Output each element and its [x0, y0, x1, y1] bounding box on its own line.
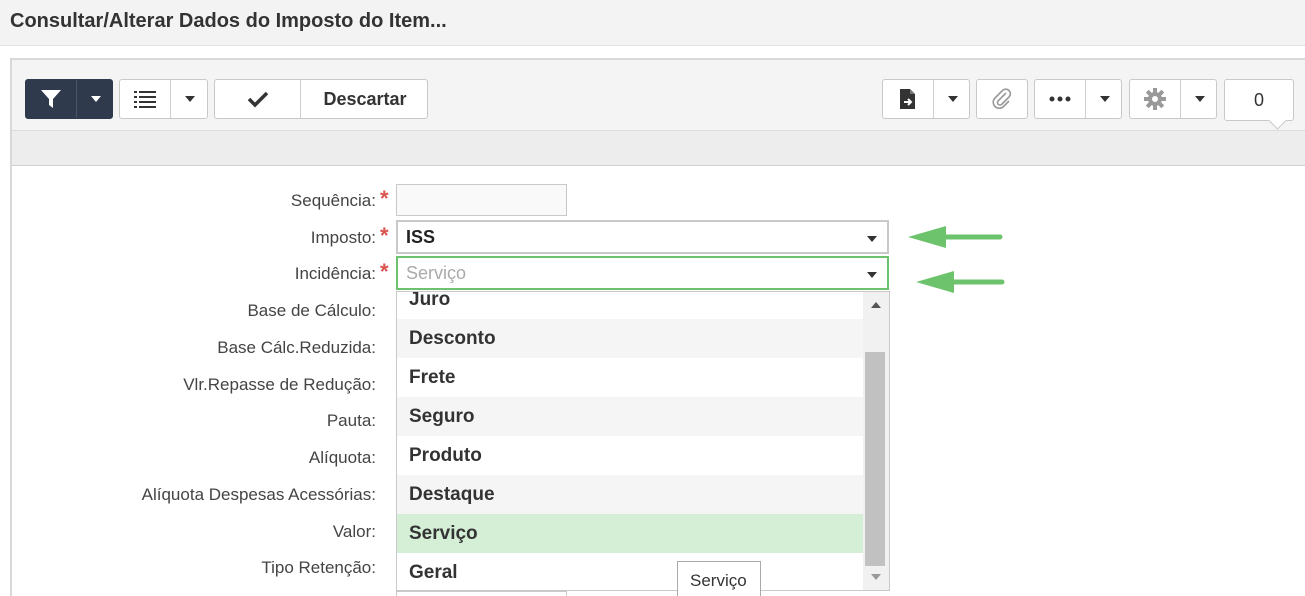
incidencia-select[interactable]: Serviço	[396, 256, 889, 290]
discard-button[interactable]: Descartar	[301, 80, 429, 118]
filter-dropdown-button[interactable]	[77, 80, 114, 118]
dropdown-option[interactable]: Seguro	[397, 397, 863, 436]
chevron-down-icon	[867, 272, 877, 278]
settings-dropdown-button[interactable]	[1181, 80, 1218, 118]
annotation-arrow-icon	[916, 271, 1005, 293]
settings-split-button	[1129, 79, 1217, 119]
vlr-repasse-label: Vlr.Repasse de Redução:	[183, 375, 376, 394]
tooltip: Serviço	[677, 561, 761, 596]
more-button[interactable]	[1035, 80, 1085, 118]
title-bar: Consultar/Alterar Dados do Imposto do It…	[0, 0, 1305, 46]
chevron-down-icon	[867, 236, 877, 242]
more-dropdown-button[interactable]	[1086, 80, 1123, 118]
imposto-select[interactable]: ISS	[396, 220, 889, 254]
filter-icon	[41, 90, 61, 108]
check-icon	[247, 91, 268, 108]
list-view-split-button	[119, 79, 208, 119]
imposto-label: Imposto:	[310, 228, 376, 247]
incidencia-label: Incidência:	[294, 264, 376, 283]
toolbar: Descartar 0	[12, 60, 1305, 130]
chevron-down-icon	[185, 96, 195, 102]
gear-icon	[1144, 88, 1166, 110]
dropdown-scrollbar[interactable]	[863, 292, 889, 590]
dropdown-option[interactable]: Produto	[397, 436, 863, 475]
save-discard-group: Descartar	[214, 79, 428, 119]
annotation-arrow-icon	[908, 226, 1003, 248]
imposto-value: ISS	[406, 226, 436, 247]
paperclip-icon	[992, 88, 1012, 109]
export-document-icon	[900, 89, 915, 109]
incidencia-placeholder: Serviço	[406, 262, 467, 283]
chevron-down-icon	[1194, 96, 1205, 102]
aliquota-label: Alíquota:	[308, 448, 376, 467]
filter-split-button	[25, 79, 113, 119]
scroll-thumb[interactable]	[865, 352, 885, 566]
dropdown-option[interactable]: Juro	[397, 292, 863, 319]
scroll-down-icon[interactable]	[871, 574, 881, 580]
valor-label: Valor:	[332, 522, 376, 541]
base-calc-reduzida-label: Base Cálc.Reduzida:	[217, 338, 376, 357]
dropdown-option[interactable]: Geral	[397, 553, 863, 590]
export-button[interactable]	[883, 80, 933, 118]
dropdown-option[interactable]: Destaque	[397, 475, 863, 514]
tipo-retencao-label: Tipo Retenção:	[261, 558, 376, 577]
aliquota-despesas-label: Alíquota Despesas Acessórias:	[141, 485, 376, 504]
sub-toolbar	[12, 130, 1305, 166]
page-title: Consultar/Alterar Dados do Imposto do It…	[10, 10, 447, 32]
sequencia-label: Sequência:	[290, 191, 376, 210]
dropdown-option-selected[interactable]: Serviço	[397, 514, 863, 553]
list-view-button[interactable]	[120, 80, 170, 118]
required-marker: *	[380, 223, 389, 248]
chevron-down-icon	[1099, 96, 1110, 102]
notification-counter[interactable]: 0	[1224, 79, 1294, 121]
export-dropdown-button[interactable]	[934, 80, 971, 118]
dropdown-option[interactable]: Desconto	[397, 319, 863, 358]
export-split-button	[882, 79, 970, 119]
settings-button[interactable]	[1130, 80, 1180, 118]
required-marker: *	[380, 259, 389, 284]
dropdown-option[interactable]: Frete	[397, 358, 863, 397]
chevron-down-icon	[90, 96, 101, 102]
filter-button[interactable]	[26, 80, 76, 118]
attachment-button[interactable]	[976, 79, 1028, 119]
list-icon	[134, 91, 156, 108]
list-view-dropdown-button[interactable]	[171, 80, 209, 118]
ellipsis-icon	[1049, 96, 1071, 102]
chevron-down-icon	[947, 96, 958, 102]
scroll-up-icon[interactable]	[871, 302, 881, 308]
required-marker: *	[380, 186, 389, 211]
base-calculo-label: Base de Cálculo:	[247, 301, 376, 320]
sequencia-input[interactable]	[396, 184, 567, 216]
incidencia-dropdown-list: Juro Desconto Frete Seguro Produto Desta…	[396, 291, 890, 591]
tipo-retencao-input[interactable]	[396, 591, 567, 596]
more-split-button	[1034, 79, 1122, 119]
confirm-button[interactable]	[215, 80, 300, 118]
pauta-label: Pauta:	[326, 411, 376, 430]
